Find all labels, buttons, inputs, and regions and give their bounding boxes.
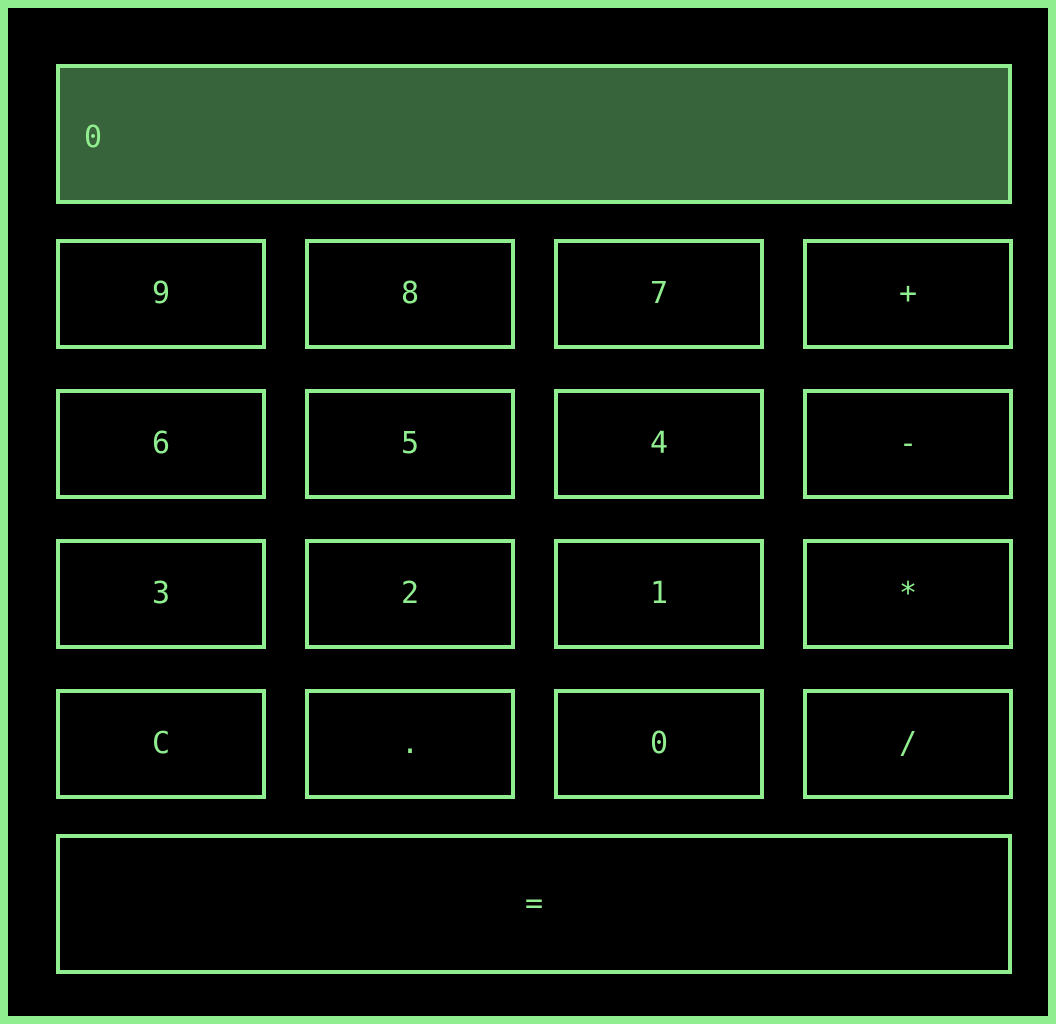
- key-8[interactable]: 8: [305, 239, 515, 349]
- key-7[interactable]: 7: [554, 239, 764, 349]
- key-9[interactable]: 9: [56, 239, 266, 349]
- key-3-label: 3: [151, 576, 171, 611]
- key-add-label: +: [898, 276, 918, 311]
- key-6[interactable]: 6: [56, 389, 266, 499]
- key-1[interactable]: 1: [554, 539, 764, 649]
- key-4[interactable]: 4: [554, 389, 764, 499]
- key-decimal-label: .: [400, 726, 420, 761]
- key-equals[interactable]: =: [56, 834, 1012, 974]
- key-multiply[interactable]: *: [803, 539, 1013, 649]
- key-clear[interactable]: C: [56, 689, 266, 799]
- key-add[interactable]: +: [803, 239, 1013, 349]
- key-7-label: 7: [649, 276, 669, 311]
- key-8-label: 8: [400, 276, 420, 311]
- key-subtract-label: -: [898, 426, 918, 461]
- key-0-label: 0: [649, 726, 669, 761]
- display-value: 0: [84, 120, 103, 155]
- key-5-label: 5: [400, 426, 420, 461]
- key-equals-label: =: [524, 886, 544, 921]
- key-0[interactable]: 0: [554, 689, 764, 799]
- key-subtract[interactable]: -: [803, 389, 1013, 499]
- key-multiply-label: *: [898, 576, 918, 611]
- key-2-label: 2: [400, 576, 420, 611]
- key-clear-label: C: [151, 726, 171, 761]
- calculator-display: 0: [56, 64, 1012, 204]
- key-2[interactable]: 2: [305, 539, 515, 649]
- key-decimal[interactable]: .: [305, 689, 515, 799]
- key-divide[interactable]: /: [803, 689, 1013, 799]
- calculator-frame: 0 9 8 7 + 6 5 4 - 3 2 1 * C . 0 / =: [0, 0, 1056, 1024]
- key-5[interactable]: 5: [305, 389, 515, 499]
- key-3[interactable]: 3: [56, 539, 266, 649]
- key-6-label: 6: [151, 426, 171, 461]
- key-4-label: 4: [649, 426, 669, 461]
- key-1-label: 1: [649, 576, 669, 611]
- key-divide-label: /: [898, 726, 918, 761]
- key-9-label: 9: [151, 276, 171, 311]
